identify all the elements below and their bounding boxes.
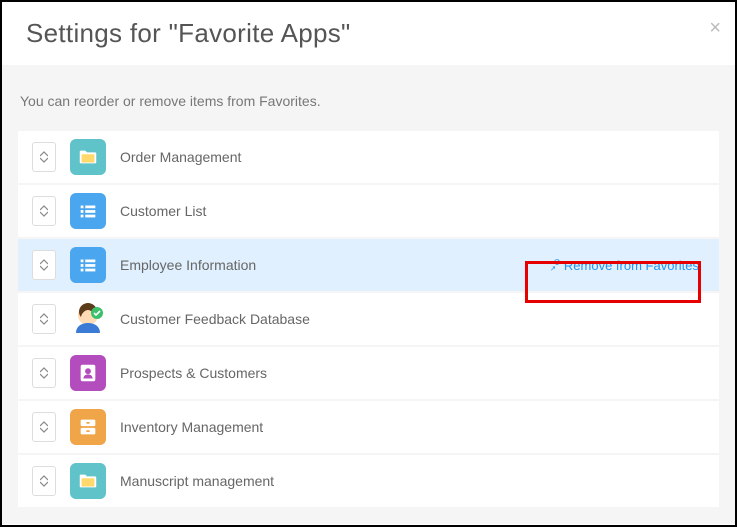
favorites-row[interactable]: Order Management: [18, 131, 719, 183]
dialog-title: Settings for "Favorite Apps": [26, 18, 711, 49]
remove-pin-icon: [548, 259, 560, 271]
drag-handle[interactable]: [32, 412, 56, 442]
chevron-down-icon: [40, 211, 48, 217]
folder-icon: [70, 463, 106, 499]
favorites-row[interactable]: Customer Feedback Database: [18, 293, 719, 345]
dialog-content: You can reorder or remove items from Fav…: [2, 65, 735, 524]
drawer-icon: [70, 409, 106, 445]
list-icon: [70, 193, 106, 229]
app-label: Customer Feedback Database: [120, 311, 705, 327]
drag-handle[interactable]: [32, 250, 56, 280]
chevron-down-icon: [40, 427, 48, 433]
app-label: Order Management: [120, 149, 705, 165]
chevron-down-icon: [40, 157, 48, 163]
avatar-icon: [70, 301, 106, 337]
drag-handle[interactable]: [32, 142, 56, 172]
favorites-row[interactable]: Inventory Management: [18, 401, 719, 453]
chevron-down-icon: [40, 481, 48, 487]
favorites-list: Order Management Customer List Employee In…: [18, 131, 719, 507]
remove-from-favorites-link[interactable]: Remove from Favorites: [542, 254, 705, 277]
folder-icon: [70, 139, 106, 175]
app-label: Employee Information: [120, 257, 528, 273]
drag-handle[interactable]: [32, 196, 56, 226]
favorites-row[interactable]: Manuscript management: [18, 455, 719, 507]
instruction-text: You can reorder or remove items from Fav…: [18, 93, 719, 109]
app-label: Inventory Management: [120, 419, 705, 435]
drag-handle[interactable]: [32, 358, 56, 388]
favorites-row[interactable]: Prospects & Customers: [18, 347, 719, 399]
favorites-row[interactable]: Employee Information Remove from Favorite…: [18, 239, 719, 291]
chevron-down-icon: [40, 265, 48, 271]
close-button[interactable]: ×: [709, 18, 721, 38]
app-label: Prospects & Customers: [120, 365, 705, 381]
app-label: Customer List: [120, 203, 705, 219]
drag-handle[interactable]: [32, 304, 56, 334]
chevron-down-icon: [40, 319, 48, 325]
list-icon: [70, 247, 106, 283]
prospect-icon: [70, 355, 106, 391]
close-icon: ×: [709, 17, 721, 39]
remove-label: Remove from Favorites: [564, 258, 699, 273]
app-label: Manuscript management: [120, 473, 705, 489]
favorites-row[interactable]: Customer List: [18, 185, 719, 237]
dialog-header: Settings for "Favorite Apps" ×: [2, 2, 735, 65]
drag-handle[interactable]: [32, 466, 56, 496]
chevron-down-icon: [40, 373, 48, 379]
